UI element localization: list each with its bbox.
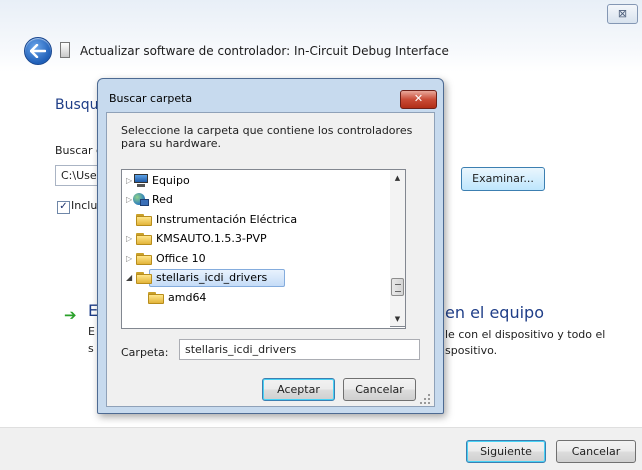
cancel-button[interactable]: Cancelar — [343, 378, 416, 401]
dialog-title: Buscar carpeta — [109, 92, 193, 105]
tree-scrollbar[interactable]: ▲ ▼ — [390, 169, 406, 327]
tree-item-label: stellaris_icdi_drivers — [156, 271, 268, 284]
wizard-cancel-button[interactable]: Cancelar — [556, 440, 636, 463]
search-location-label: Buscar c — [55, 144, 103, 157]
folder-icon — [136, 252, 152, 265]
collapse-arrow-icon[interactable]: ◢ — [126, 273, 132, 283]
folder-icon — [148, 291, 164, 304]
tree-item-label: Instrumentación Eléctrica — [156, 213, 298, 226]
back-button[interactable] — [24, 37, 52, 65]
folder-icon — [136, 232, 152, 245]
wizard-close-button[interactable]: ⊠ — [607, 4, 638, 24]
browse-button[interactable]: Examinar... — [461, 167, 545, 191]
resize-grip-icon[interactable] — [420, 394, 430, 404]
expand-arrow-icon[interactable]: ▷ — [126, 195, 132, 205]
network-icon — [133, 193, 149, 207]
scroll-up-icon[interactable]: ▲ — [390, 170, 405, 186]
folder-icon — [136, 271, 152, 284]
tree-item-label: KMSAUTO.1.5.3-PVP — [156, 232, 267, 245]
option-title[interactable]: en el equipo — [445, 303, 544, 322]
folder-icon — [136, 213, 152, 226]
include-subfolders-label: Inclu — [71, 199, 98, 212]
tree-item-label: Office 10 — [156, 252, 206, 265]
folder-field[interactable]: stellaris_icdi_drivers — [179, 339, 420, 360]
scroll-thumb[interactable] — [391, 278, 404, 296]
option-description-line2: spositivo. — [445, 344, 498, 357]
folder-tree[interactable]: ▷ Equipo ▷ Red Instrumentación Eléctrica… — [121, 169, 406, 329]
tree-item-label: amd64 — [168, 291, 207, 304]
tree-item-equipo[interactable]: ▷ Equipo — [122, 172, 405, 190]
dialog-body: Seleccione la carpeta que contiene los c… — [106, 112, 435, 407]
tree-item-stellaris[interactable]: ◢ stellaris_icdi_drivers — [122, 269, 405, 287]
next-button[interactable]: Siguiente — [466, 440, 546, 463]
back-arrow-icon — [30, 44, 46, 58]
accept-button[interactable]: Aceptar — [262, 378, 335, 401]
expand-arrow-icon[interactable]: ▷ — [126, 176, 132, 186]
folder-label: Carpeta: — [121, 346, 169, 359]
option-desc-start-1: E — [88, 325, 95, 338]
page-heading: Busqu — [55, 97, 99, 113]
option-description-line1: le con el dispositivo y todo el — [445, 328, 606, 341]
option-desc-start-2: s — [88, 342, 94, 355]
wizard-header — [0, 0, 642, 72]
dialog-description: Seleccione la carpeta que contiene los c… — [121, 124, 413, 150]
browse-folder-dialog: Buscar carpeta ✕ Seleccione la carpeta q… — [97, 78, 444, 414]
expand-arrow-icon[interactable]: ▷ — [126, 234, 132, 244]
tree-item-label: Equipo — [152, 174, 190, 187]
computer-icon — [133, 174, 149, 187]
scroll-down-icon[interactable]: ▼ — [390, 311, 405, 327]
tree-item-instrumentacion[interactable]: Instrumentación Eléctrica — [122, 211, 405, 229]
tree-item-kmsauto[interactable]: ▷ KMSAUTO.1.5.3-PVP — [122, 230, 405, 248]
expand-arrow-icon[interactable]: ▷ — [126, 254, 132, 264]
green-arrow-icon: ➔ — [64, 306, 77, 324]
include-subfolders-checkbox[interactable]: ✓ — [57, 201, 70, 214]
tree-item-office10[interactable]: ▷ Office 10 — [122, 250, 405, 268]
tree-item-amd64[interactable]: amd64 — [122, 289, 405, 307]
dialog-close-button[interactable]: ✕ — [400, 90, 437, 109]
device-icon — [60, 42, 70, 58]
tree-item-red[interactable]: ▷ Red — [122, 191, 405, 209]
tree-item-label: Red — [152, 193, 173, 206]
wizard-title: Actualizar software de controlador: In-C… — [80, 44, 449, 58]
